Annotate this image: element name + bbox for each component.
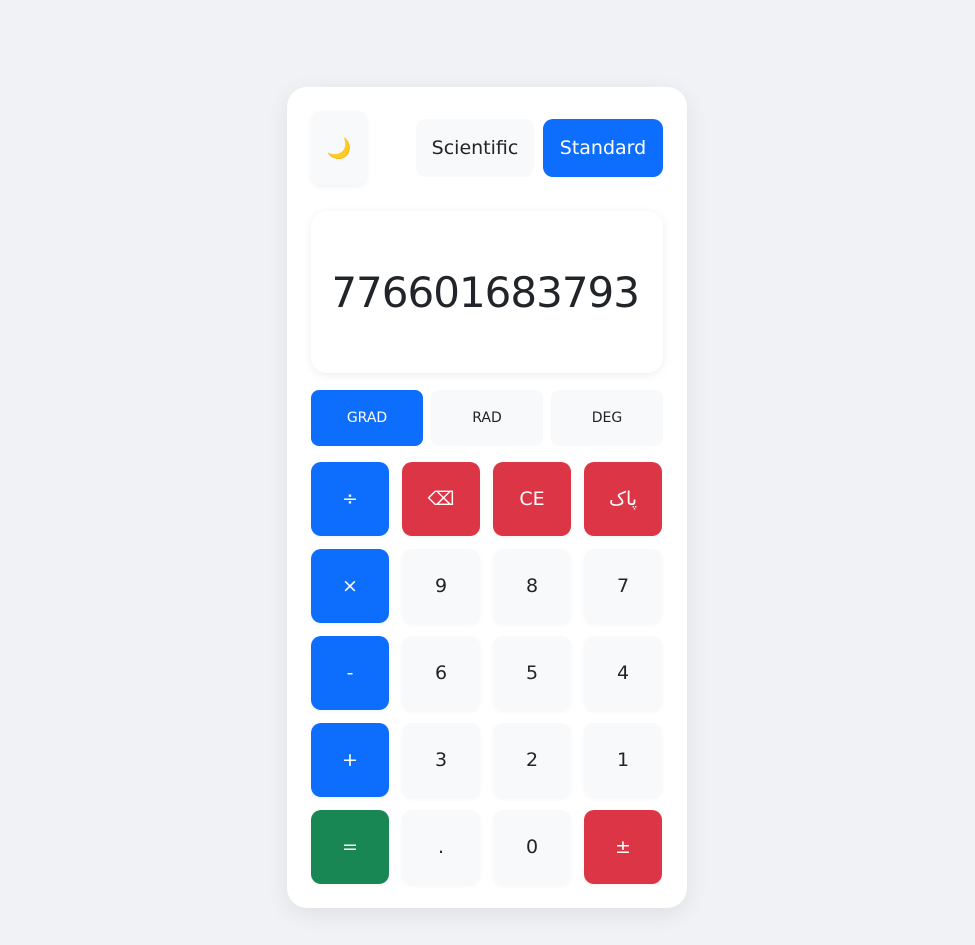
digit-7-button[interactable]: 7 — [584, 549, 662, 623]
digit-8-button[interactable]: 8 — [493, 549, 571, 623]
digit-9-button[interactable]: 9 — [402, 549, 480, 623]
digit-4-button[interactable]: 4 — [584, 636, 662, 710]
clear-entry-button[interactable]: CE — [493, 462, 571, 536]
decimal-point-button[interactable]: . — [402, 810, 480, 884]
digit-5-button[interactable]: 5 — [493, 636, 571, 710]
toggle-sign-button[interactable]: ± — [584, 810, 662, 884]
digit-1-button[interactable]: 1 — [584, 723, 662, 797]
divide-button[interactable]: ÷ — [311, 462, 389, 536]
deg-button[interactable]: DEG — [551, 390, 663, 446]
digit-6-button[interactable]: 6 — [402, 636, 480, 710]
theme-toggle-button[interactable]: 🌙 — [311, 111, 367, 185]
calculator-display: 22776601683793 — [311, 211, 663, 373]
add-button[interactable]: + — [311, 723, 389, 797]
multiply-button[interactable]: × — [311, 549, 389, 623]
moon-icon: 🌙 — [326, 136, 352, 160]
digit-3-button[interactable]: 3 — [402, 723, 480, 797]
clear-all-button[interactable]: پاک — [584, 462, 662, 536]
digit-2-button[interactable]: 2 — [493, 723, 571, 797]
backspace-button[interactable]: ⌫ — [402, 462, 480, 536]
digit-0-button[interactable]: 0 — [493, 810, 571, 884]
rad-button[interactable]: RAD — [431, 390, 543, 446]
subtract-button[interactable]: - — [311, 636, 389, 710]
standard-mode-button[interactable]: Standard — [543, 119, 663, 177]
scientific-mode-button[interactable]: Scientific — [416, 119, 534, 177]
equals-button[interactable]: = — [311, 810, 389, 884]
grad-button[interactable]: GRAD — [311, 390, 423, 446]
calculator-panel: 🌙 Scientific Standard 22776601683793 GRA… — [287, 87, 687, 908]
display-value: 22776601683793 — [335, 267, 639, 317]
